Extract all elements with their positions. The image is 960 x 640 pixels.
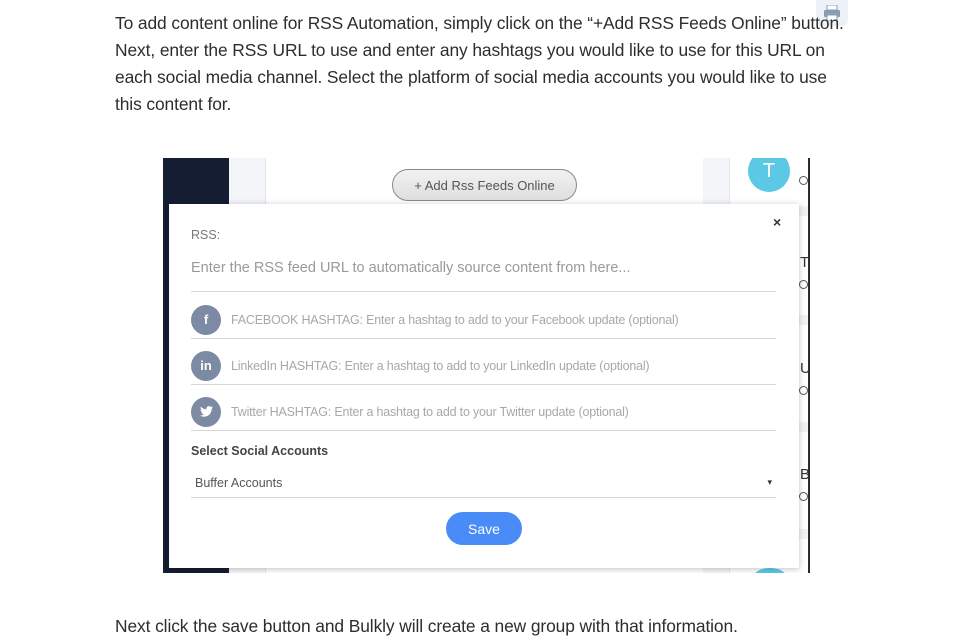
rss-label: RSS: [191, 228, 221, 242]
intro-paragraph: To add content online for RSS Automation… [115, 13, 844, 114]
twitter-bird-icon [199, 406, 213, 417]
twitter-hashtag-placeholder: Twitter HASHTAG: Enter a hashtag to add … [231, 404, 629, 419]
linkedin-hashtag-placeholder: LinkedIn HASHTAG: Enter a hashtag to add… [231, 358, 650, 373]
outro-paragraph: Next click the save button and Bulkly wi… [115, 616, 738, 636]
clock-icon [799, 492, 808, 501]
select-accounts-label: Select Social Accounts [191, 444, 329, 458]
facebook-hashtag-input[interactable]: f FACEBOOK HASHTAG: Enter a hashtag to a… [191, 301, 776, 339]
select-value: Buffer Accounts [195, 475, 283, 490]
rss-url-placeholder: Enter the RSS feed URL to automatically … [191, 260, 631, 276]
rss-feed-screenshot: T T U B + Add Rss Feeds Online × RSS: En… [163, 158, 810, 573]
linkedin-hashtag-input[interactable]: in LinkedIn HASHTAG: Enter a hashtag to … [191, 347, 776, 385]
linkedin-icon: in [191, 350, 221, 381]
rss-url-input[interactable]: Enter the RSS feed URL to automatically … [191, 260, 776, 292]
facebook-hashtag-placeholder: FACEBOOK HASHTAG: Enter a hashtag to add… [231, 312, 679, 327]
chevron-down-icon: ▾ [767, 477, 772, 487]
close-icon[interactable]: × [773, 214, 781, 230]
clock-icon [799, 386, 808, 395]
add-rss-modal: × RSS: Enter the RSS feed URL to automat… [169, 204, 799, 568]
add-rss-feeds-button[interactable]: + Add Rss Feeds Online [392, 169, 577, 201]
clock-icon [799, 176, 808, 185]
social-accounts-select[interactable]: Buffer Accounts ▾ [191, 468, 776, 498]
twitter-hashtag-input[interactable]: Twitter HASHTAG: Enter a hashtag to add … [191, 393, 776, 431]
twitter-icon [191, 396, 221, 427]
save-button[interactable]: Save [446, 512, 522, 545]
facebook-icon: f [191, 304, 221, 335]
clock-icon [799, 280, 808, 289]
avatar-letter: T [762, 159, 776, 182]
divider [808, 158, 810, 573]
